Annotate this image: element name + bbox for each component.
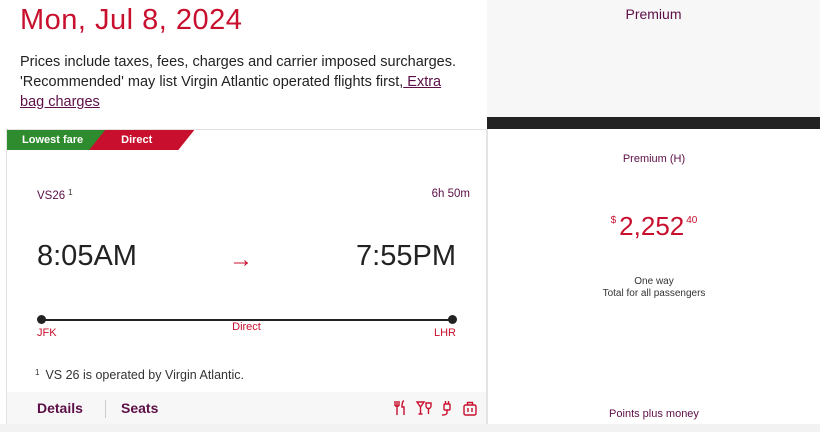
destination-code: LHR (433, 327, 456, 339)
passenger-note: Total for all passengers (602, 288, 706, 299)
flight-duration: 6h 50m (431, 188, 470, 200)
lowest-fare-badge: Lowest fare (7, 130, 106, 150)
origin-code: JFK (37, 327, 57, 339)
fare-price: $2,252 40 (488, 211, 820, 242)
cabin-title: Premium (625, 6, 682, 22)
meal-icon (391, 398, 411, 418)
footer-divider (105, 400, 106, 418)
price-cents: 40 (686, 215, 698, 226)
cabin-header: Premium (487, 0, 820, 117)
flight-number-text: VS26 (37, 190, 66, 202)
trip-type: One way (634, 276, 674, 287)
direct-badge: Direct (89, 130, 194, 150)
arrival-time: 7:55PM (356, 240, 456, 272)
info-text-body: Prices include taxes, fees, charges and … (20, 54, 457, 90)
cabin-header-bar (487, 117, 820, 129)
flight-note-marker: 1 (68, 188, 73, 197)
operator-note-text: VS 26 is operated by Virgin Atlantic. (45, 368, 244, 382)
fare-class-label: Premium (H) (622, 153, 686, 165)
stops-label: Direct (232, 321, 261, 333)
flight-number: VS26 1 (37, 188, 73, 202)
amenities[interactable] (391, 398, 480, 418)
flight-card: Lowest fare Direct VS26 1 6h 50m 8:05AM →… (6, 129, 487, 425)
route-arrow-icon: → (229, 246, 253, 273)
fare-badges: Lowest fare Direct (7, 130, 194, 150)
bottom-strip (0, 424, 820, 432)
operator-note: 1 VS 26 is operated by Virgin Atlantic. (35, 368, 244, 382)
price-whole: 2,252 (619, 211, 685, 241)
power-icon (437, 398, 457, 418)
details-link[interactable]: Details (37, 400, 83, 416)
flight-card-footer: Details Seats (7, 392, 486, 425)
departure-time: 8:05AM (37, 240, 137, 272)
seats-link[interactable]: Seats (121, 400, 158, 416)
fare-info-text: Prices include taxes, fees, charges and … (20, 52, 460, 112)
fare-option-premium[interactable]: Premium (H) $2,252 40 One way Total for a… (487, 129, 820, 424)
bag-icon (460, 398, 480, 418)
drink-icon (414, 398, 434, 418)
date-title: Mon, Jul 8, 2024 (20, 4, 243, 36)
price-currency: $ (610, 215, 617, 226)
operator-note-marker: 1 (35, 368, 40, 377)
points-plus-money-link[interactable]: Points plus money (488, 408, 820, 420)
